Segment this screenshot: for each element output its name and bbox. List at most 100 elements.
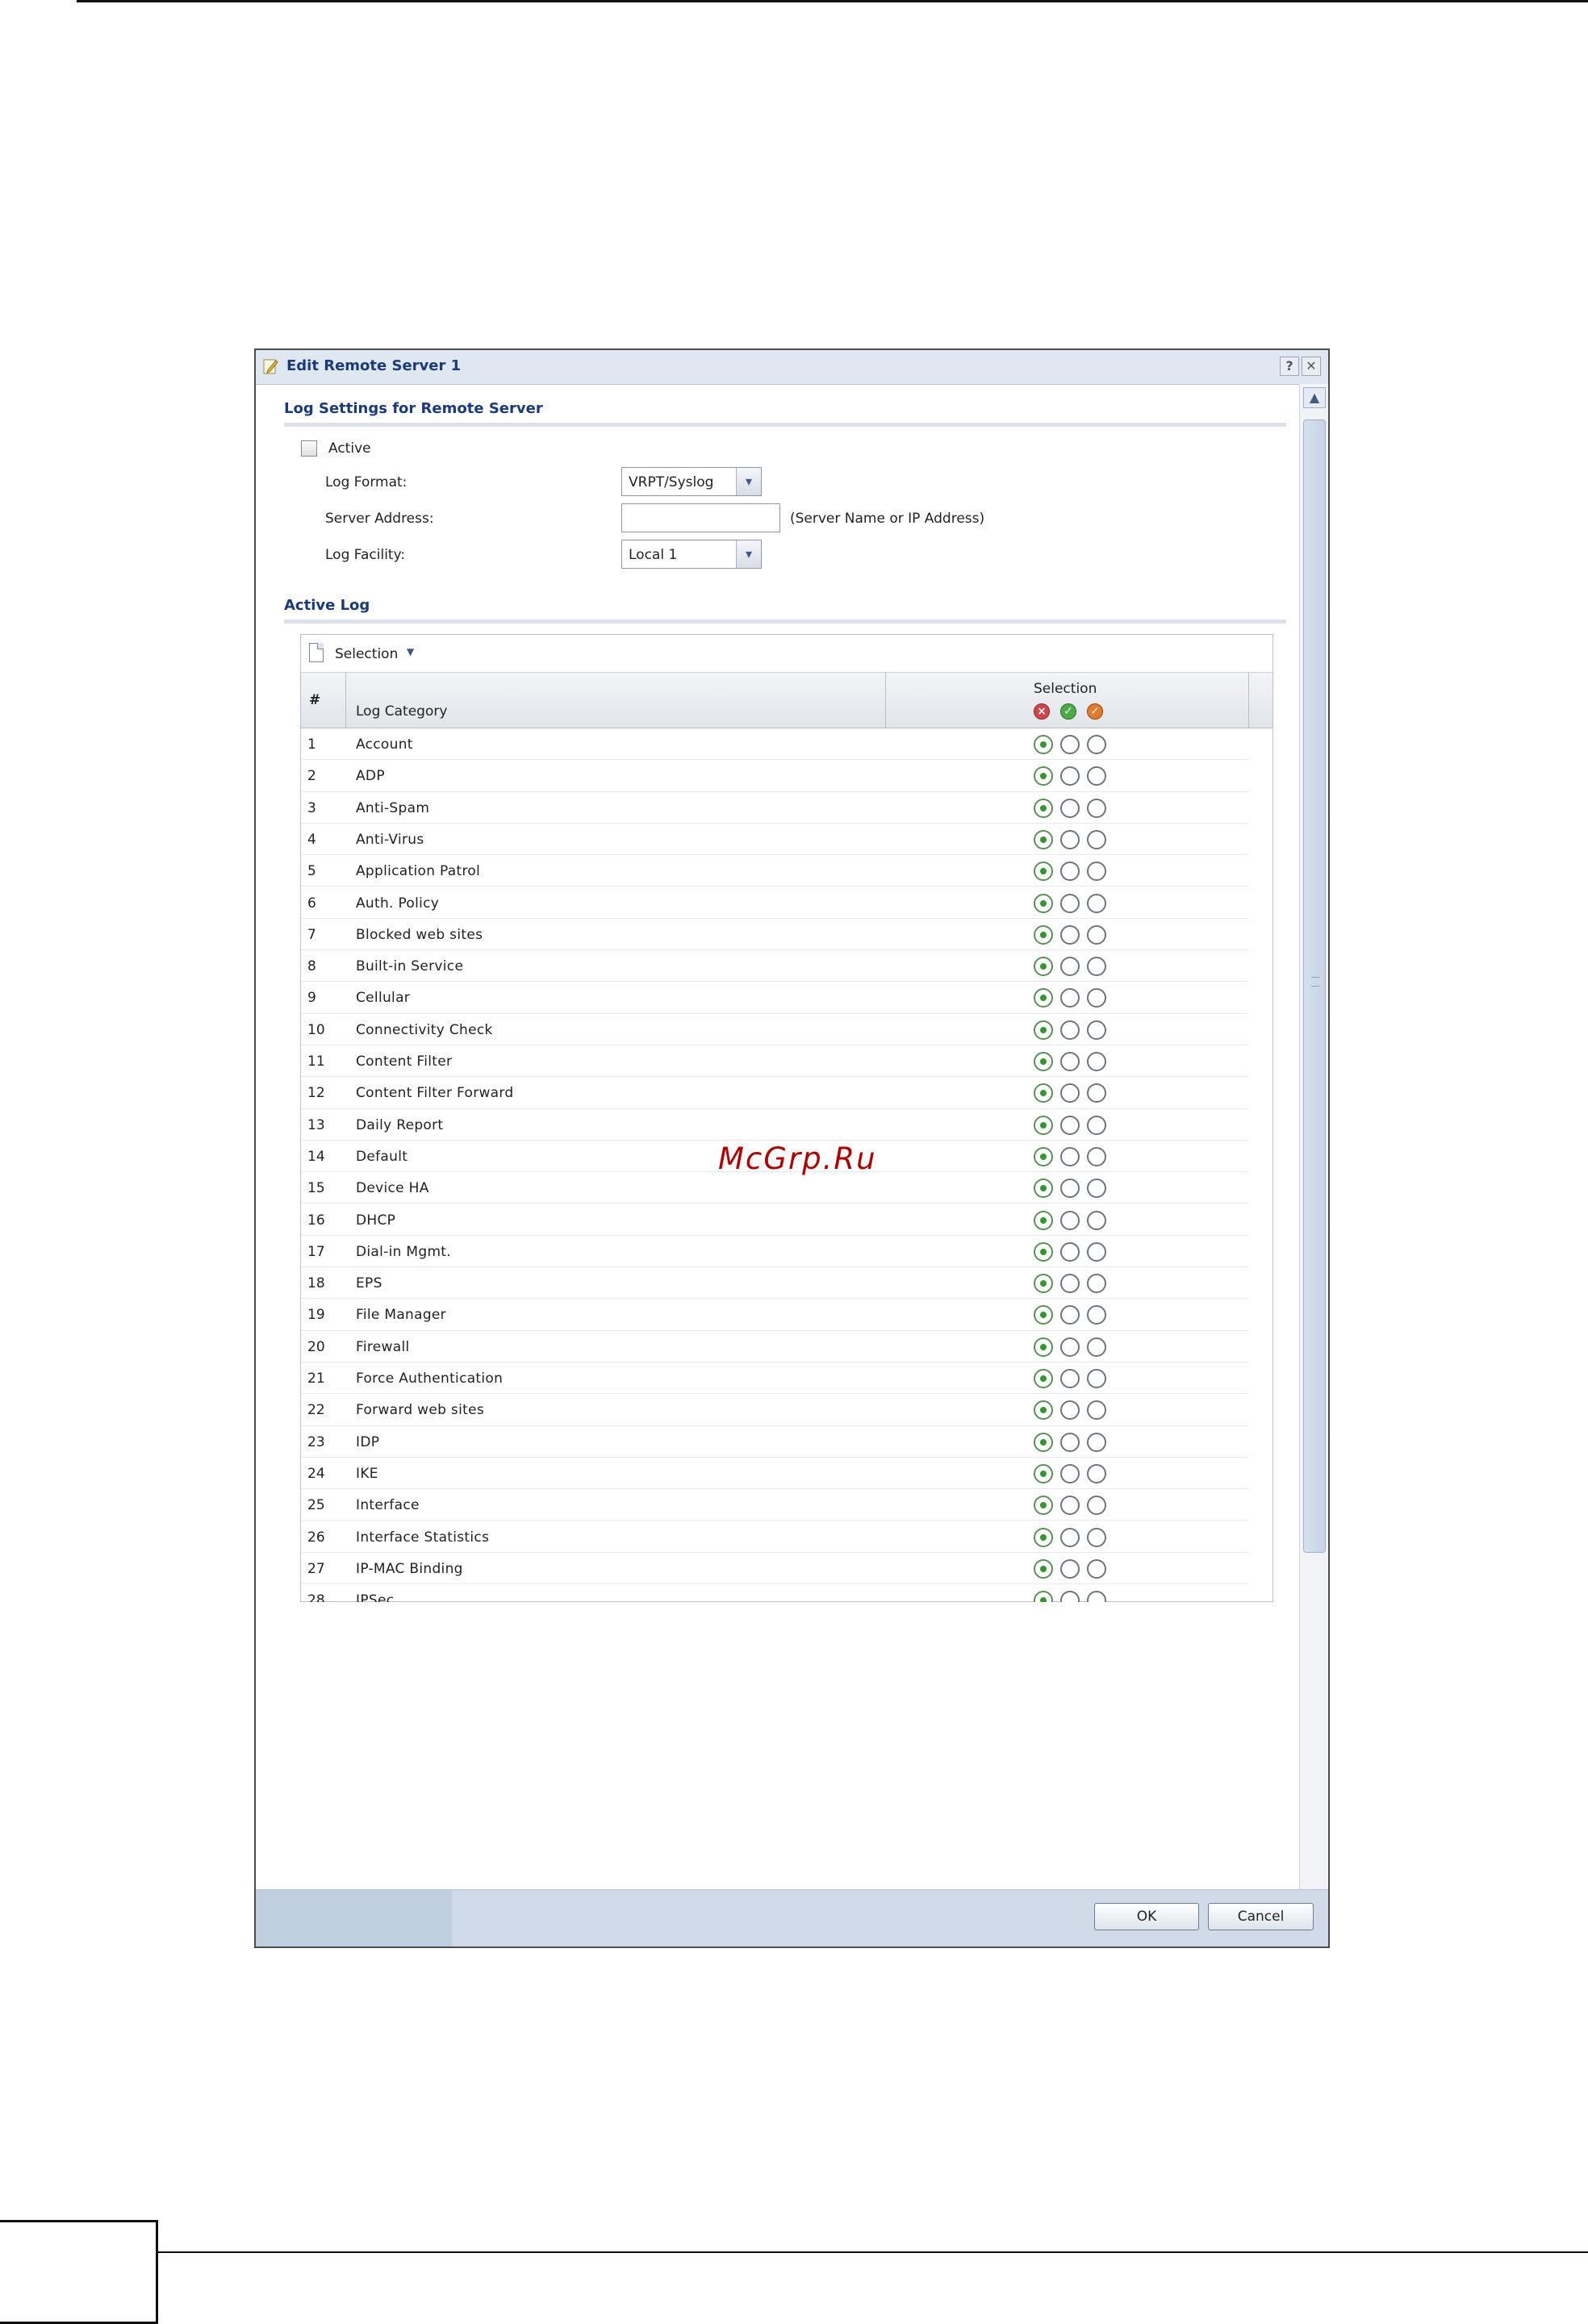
radio-disable[interactable] (1034, 893, 1053, 913)
scroll-up-icon[interactable]: ▲ (1303, 387, 1326, 408)
radio-enable-debug[interactable] (1087, 1463, 1106, 1483)
radio-enable-normal[interactable] (1060, 1020, 1080, 1040)
radio-enable-normal[interactable] (1060, 1210, 1080, 1230)
radio-enable-normal[interactable] (1060, 1305, 1080, 1325)
radio-enable-normal[interactable] (1060, 1463, 1080, 1483)
caret-down-icon[interactable]: ▼ (407, 646, 414, 657)
radio-enable-normal[interactable] (1060, 1432, 1080, 1452)
radio-enable-normal[interactable] (1060, 798, 1080, 818)
radio-enable-normal[interactable] (1060, 1083, 1080, 1104)
radio-enable-debug[interactable] (1087, 1210, 1106, 1230)
scrollbar-thumb[interactable] (1303, 419, 1326, 1553)
radio-enable-debug[interactable] (1087, 829, 1106, 849)
radio-disable[interactable] (1034, 1432, 1053, 1452)
radio-enable-debug[interactable] (1087, 1115, 1106, 1135)
radio-enable-normal[interactable] (1060, 893, 1080, 913)
radio-disable[interactable] (1034, 1115, 1053, 1135)
radio-enable-debug[interactable] (1087, 1432, 1106, 1452)
radio-enable-normal[interactable] (1060, 1369, 1080, 1388)
help-icon[interactable]: ? (1280, 357, 1299, 376)
radio-disable[interactable] (1034, 1020, 1053, 1040)
radio-enable-normal[interactable] (1060, 1400, 1080, 1421)
radio-enable-normal[interactable] (1060, 735, 1080, 754)
radio-disable[interactable] (1034, 829, 1053, 849)
radio-enable-debug[interactable] (1087, 1241, 1106, 1262)
radio-enable-debug[interactable] (1087, 1052, 1106, 1071)
cancel-button[interactable]: Cancel (1208, 1903, 1314, 1930)
radio-enable-normal[interactable] (1060, 1591, 1080, 1602)
radio-disable[interactable] (1034, 862, 1053, 882)
radio-disable[interactable] (1034, 1337, 1053, 1357)
radio-disable[interactable] (1034, 924, 1053, 945)
radio-disable[interactable] (1034, 798, 1053, 818)
radio-disable[interactable] (1034, 1083, 1053, 1104)
radio-disable[interactable] (1034, 988, 1053, 1008)
radio-enable-normal[interactable] (1060, 1274, 1080, 1294)
radio-enable-debug[interactable] (1087, 924, 1106, 945)
radio-disable[interactable] (1034, 1274, 1053, 1294)
radio-disable[interactable] (1034, 1210, 1053, 1230)
radio-enable-normal[interactable] (1060, 1115, 1080, 1135)
radio-enable-debug[interactable] (1087, 766, 1106, 786)
radio-enable-normal[interactable] (1060, 957, 1080, 977)
radio-disable[interactable] (1034, 1179, 1053, 1199)
radio-enable-normal[interactable] (1060, 1558, 1080, 1579)
radio-enable-normal[interactable] (1060, 1527, 1080, 1547)
radio-enable-normal[interactable] (1060, 1179, 1080, 1199)
radio-enable-debug[interactable] (1087, 1020, 1106, 1040)
enable-normal-all-icon[interactable]: ✓ (1060, 703, 1076, 720)
vertical-scrollbar[interactable]: ▲ ▼ (1299, 384, 1328, 1916)
radio-disable[interactable] (1034, 1052, 1053, 1071)
radio-disable[interactable] (1034, 1400, 1053, 1421)
radio-enable-debug[interactable] (1087, 1400, 1106, 1421)
radio-disable[interactable] (1034, 1305, 1053, 1325)
radio-disable[interactable] (1034, 1463, 1053, 1483)
ok-button[interactable]: OK (1094, 1903, 1199, 1930)
active-checkbox[interactable] (301, 440, 317, 457)
selection-menu-button[interactable]: Selection (335, 646, 398, 662)
disable-all-icon[interactable]: × (1034, 703, 1050, 720)
radio-enable-debug[interactable] (1087, 988, 1106, 1008)
radio-enable-debug[interactable] (1087, 862, 1106, 882)
column-header-log-category[interactable]: Log Category (356, 703, 447, 720)
radio-disable[interactable] (1034, 1496, 1053, 1516)
radio-enable-normal[interactable] (1060, 829, 1080, 849)
radio-enable-debug[interactable] (1087, 735, 1106, 754)
radio-enable-normal[interactable] (1060, 766, 1080, 786)
radio-enable-debug[interactable] (1087, 1179, 1106, 1199)
radio-enable-debug[interactable] (1087, 1527, 1106, 1547)
enable-debug-all-icon[interactable]: ✓ (1087, 703, 1103, 720)
radio-enable-normal[interactable] (1060, 862, 1080, 882)
close-icon[interactable]: ✕ (1302, 357, 1321, 376)
radio-enable-debug[interactable] (1087, 1558, 1106, 1579)
radio-disable[interactable] (1034, 766, 1053, 786)
radio-disable[interactable] (1034, 735, 1053, 754)
server-address-input[interactable] (621, 503, 780, 532)
radio-disable[interactable] (1034, 1527, 1053, 1547)
radio-enable-normal[interactable] (1060, 1146, 1080, 1166)
radio-enable-debug[interactable] (1087, 1305, 1106, 1325)
log-format-select[interactable]: VRPT/Syslog ▾ (621, 467, 762, 496)
radio-disable[interactable] (1034, 1241, 1053, 1262)
radio-enable-debug[interactable] (1087, 1337, 1106, 1357)
radio-enable-normal[interactable] (1060, 1052, 1080, 1071)
radio-disable[interactable] (1034, 1369, 1053, 1388)
radio-disable[interactable] (1034, 1591, 1053, 1602)
radio-disable[interactable] (1034, 957, 1053, 977)
radio-enable-normal[interactable] (1060, 988, 1080, 1008)
radio-enable-debug[interactable] (1087, 893, 1106, 913)
radio-enable-normal[interactable] (1060, 1337, 1080, 1357)
radio-enable-debug[interactable] (1087, 1591, 1106, 1602)
radio-enable-normal[interactable] (1060, 924, 1080, 945)
radio-enable-normal[interactable] (1060, 1496, 1080, 1516)
radio-enable-debug[interactable] (1087, 1146, 1106, 1166)
radio-enable-debug[interactable] (1087, 957, 1106, 977)
radio-disable[interactable] (1034, 1558, 1053, 1579)
radio-enable-debug[interactable] (1087, 798, 1106, 818)
radio-enable-debug[interactable] (1087, 1369, 1106, 1388)
radio-enable-normal[interactable] (1060, 1241, 1080, 1262)
radio-enable-debug[interactable] (1087, 1083, 1106, 1104)
radio-enable-debug[interactable] (1087, 1496, 1106, 1516)
radio-enable-debug[interactable] (1087, 1274, 1106, 1294)
log-facility-select[interactable]: Local 1 ▾ (621, 540, 762, 569)
